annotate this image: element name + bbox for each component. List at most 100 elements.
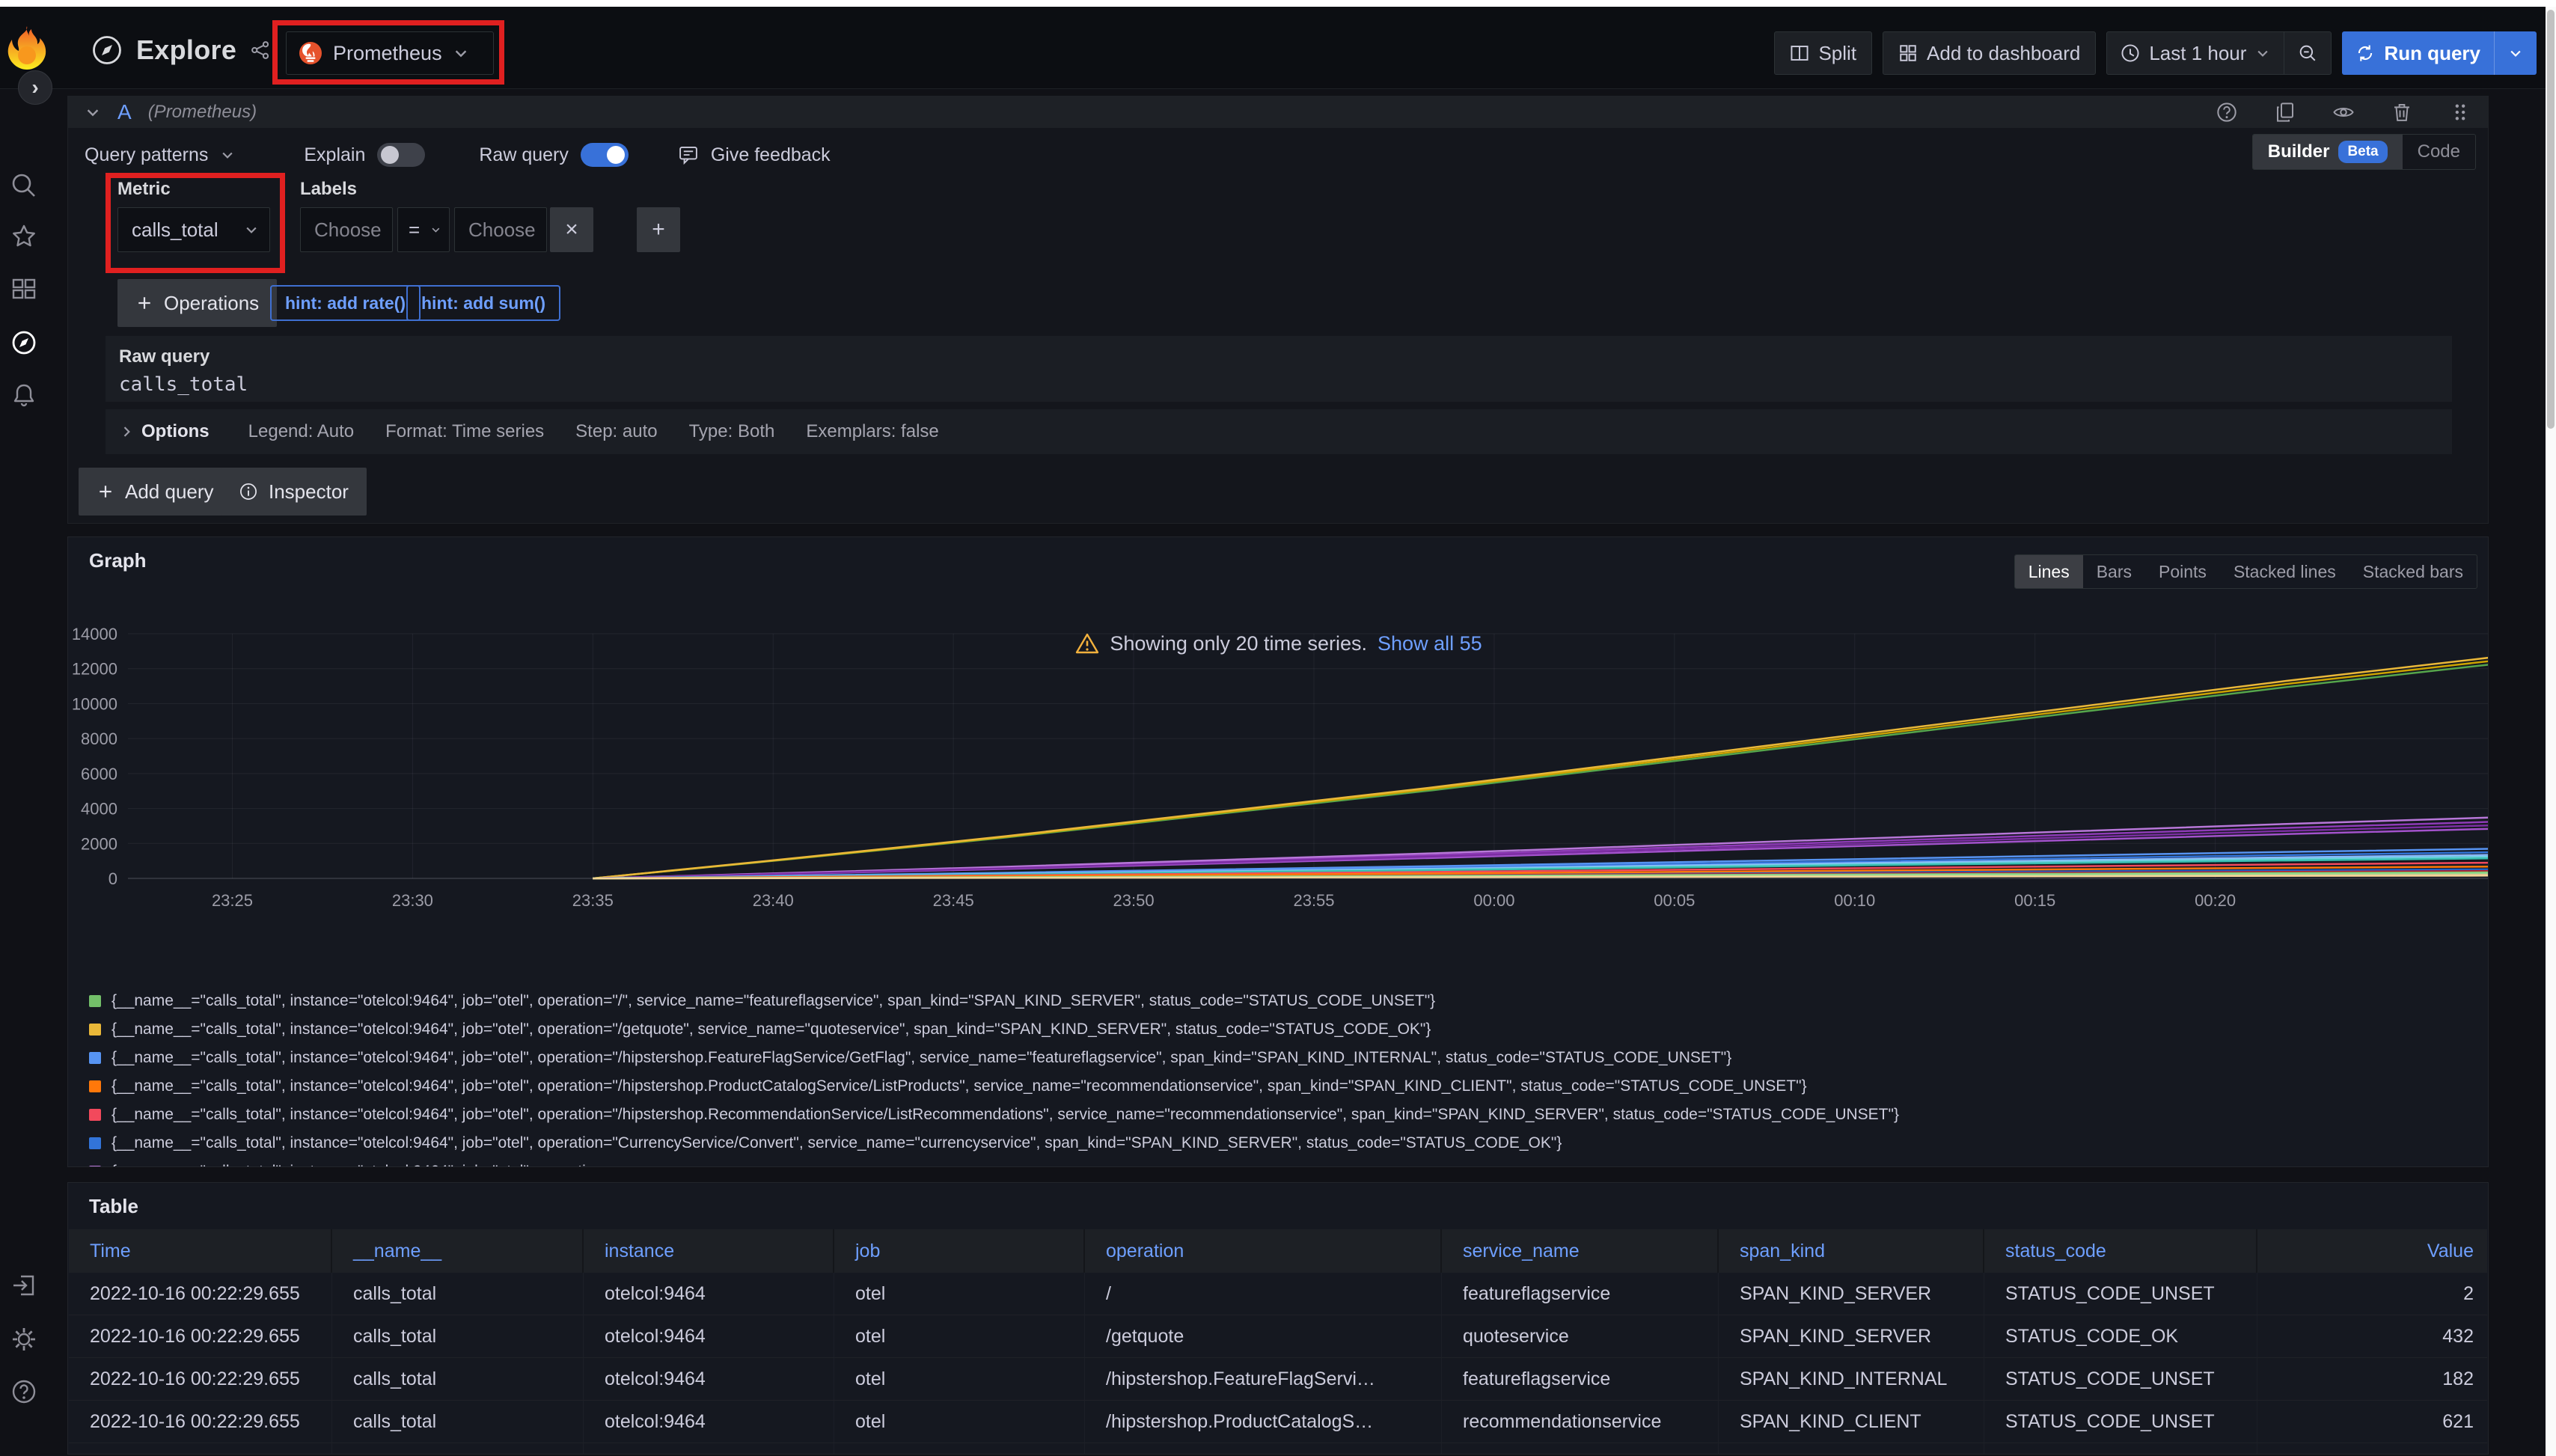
datasource-name: Prometheus <box>333 42 442 65</box>
table-cell: otel <box>834 1273 1085 1315</box>
table-cell: otelcol:9464 <box>584 1443 834 1455</box>
duplicate-query-icon[interactable] <box>2274 101 2296 123</box>
graph-mode-stacked-lines[interactable]: Stacked lines <box>2220 555 2349 588</box>
query-row-header[interactable]: A (Prometheus) <box>68 97 2488 128</box>
column-header-span-kind[interactable]: span_kind <box>1719 1229 1984 1273</box>
options-summary: Legend: AutoFormat: Time seriesStep: aut… <box>217 421 939 442</box>
column-header--name-[interactable]: __name__ <box>332 1229 584 1273</box>
add-query-button[interactable]: Add query <box>79 468 232 516</box>
table-cell: otelcol:9464 <box>584 1401 834 1443</box>
table-cell: SPAN_KIND_SERVER <box>1719 1443 1984 1455</box>
plus-icon <box>97 483 114 501</box>
y-axis-tick-label: 12000 <box>72 660 117 679</box>
option-summary-item: Format: Time series <box>385 421 544 441</box>
raw-query-preview: Raw query calls_total <box>106 336 2452 402</box>
column-header-job[interactable]: job <box>834 1229 1085 1273</box>
clock-icon <box>2121 43 2140 63</box>
explain-toggle[interactable] <box>377 143 425 167</box>
query-patterns-dropdown[interactable]: Query patterns <box>85 144 208 166</box>
table-cell: STATUS_CODE_UNSET <box>1984 1443 2257 1455</box>
settings-gear-icon[interactable] <box>10 1326 37 1353</box>
remove-query-trash-icon[interactable] <box>2391 101 2413 123</box>
table-cell: STATUS_CODE_UNSET <box>1984 1401 2257 1443</box>
collapse-chevron-icon[interactable] <box>85 104 101 120</box>
chevron-down-icon <box>2255 46 2270 61</box>
remove-label-filter-button[interactable]: × <box>550 207 593 252</box>
label-operator-select[interactable]: = <box>397 207 450 252</box>
time-range-picker[interactable]: Last 1 hour <box>2107 32 2284 74</box>
table-cell: featureflagservice <box>1442 1358 1719 1401</box>
legend-item[interactable]: {__name__="calls_total", instance="otelc… <box>89 1015 2468 1044</box>
table-cell: STATUS_CODE_UNSET <box>1984 1358 2257 1401</box>
table-cell: 182 <box>2257 1358 2487 1401</box>
hint-add-sum-button[interactable]: hint: add sum() <box>406 285 560 321</box>
explore-nav-icon[interactable] <box>10 329 37 356</box>
chevron-down-icon <box>244 222 259 237</box>
sidebar-expand-button[interactable]: › <box>18 70 52 105</box>
query-options-bar[interactable]: Options Legend: AutoFormat: Time seriesS… <box>106 409 2452 454</box>
run-query-button[interactable]: Run query <box>2342 31 2537 75</box>
add-to-dashboard-button[interactable]: Add to dashboard <box>1883 31 2096 75</box>
drag-handle-icon[interactable] <box>2449 101 2471 123</box>
legend-item[interactable]: {__name__="calls_total", instance="otelc… <box>89 1072 2468 1101</box>
starred-icon[interactable] <box>10 223 37 250</box>
legend-item[interactable]: {__name__="calls_total", instance="otelc… <box>89 987 2468 1015</box>
metric-select[interactable]: calls_total <box>117 207 270 252</box>
column-header-service-name[interactable]: service_name <box>1442 1229 1719 1273</box>
add-operation-button[interactable]: Operations <box>117 279 277 327</box>
table-cell: SPAN_KIND_CLIENT <box>1719 1401 1984 1443</box>
column-header-status-code[interactable]: status_code <box>1984 1229 2257 1273</box>
split-button[interactable]: Split <box>1774 31 1872 75</box>
query-help-icon[interactable] <box>2216 101 2238 123</box>
column-header-operation[interactable]: operation <box>1085 1229 1442 1273</box>
datasource-picker[interactable]: Prometheus <box>286 31 494 75</box>
zoom-out-time-button[interactable] <box>2284 32 2331 74</box>
time-series-chart[interactable]: 0200040006000800010000120001400023:2523:… <box>68 619 2489 918</box>
page-scrollbar[interactable] <box>2546 7 2556 1456</box>
label-value-select[interactable]: Choose <box>454 207 547 252</box>
table-cell: featureflagservice <box>1442 1273 1719 1315</box>
table-cell: 2022-10-16 00:22:29.655 <box>69 1401 332 1443</box>
legend-color-swatch <box>89 1024 101 1036</box>
table-cell: otel <box>834 1443 1085 1455</box>
sign-in-icon[interactable] <box>10 1272 37 1299</box>
raw-query-toggle[interactable] <box>581 143 629 167</box>
y-axis-tick-label: 6000 <box>81 765 117 783</box>
raw-query-label: Raw query <box>479 144 569 166</box>
builder-tab[interactable]: Builder Beta <box>2253 135 2403 169</box>
code-tab[interactable]: Code <box>2403 135 2475 169</box>
search-icon[interactable] <box>10 172 37 199</box>
column-header-instance[interactable]: instance <box>584 1229 834 1273</box>
help-icon[interactable] <box>10 1378 37 1405</box>
column-header-time[interactable]: Time <box>69 1229 332 1273</box>
x-axis-tick-label: 23:50 <box>1113 891 1155 910</box>
share-icon[interactable] <box>250 40 271 61</box>
hint-add-rate-button[interactable]: hint: add rate() <box>270 285 421 321</box>
label-key-select[interactable]: Choose <box>300 207 393 252</box>
graph-mode-lines[interactable]: Lines <box>2015 555 2083 588</box>
disable-query-eye-icon[interactable] <box>2332 101 2355 123</box>
scrollbar-thumb[interactable] <box>2547 10 2555 429</box>
table-cell: 2022-10-16 00:22:29.655 <box>69 1315 332 1358</box>
column-header-value[interactable]: Value <box>2257 1229 2487 1273</box>
x-axis-tick-label: 00:10 <box>1834 891 1875 910</box>
add-label-filter-button[interactable]: + <box>637 207 680 252</box>
legend-item[interactable]: {__name__="calls_total", instance="otelc… <box>89 1101 2468 1129</box>
table-cell: quoteservice <box>1442 1315 1719 1358</box>
run-query-dropdown[interactable] <box>2495 31 2537 75</box>
legend-series-label: {__name__="calls_total", instance="otelc… <box>111 1049 1731 1067</box>
inspector-button[interactable]: Inspector <box>221 468 367 516</box>
graph-mode-stacked-bars[interactable]: Stacked bars <box>2349 555 2477 588</box>
legend-item[interactable]: {__name__="calls_total", instance="otelc… <box>89 1129 2468 1157</box>
give-feedback-link[interactable]: Give feedback <box>711 144 831 166</box>
dashboards-icon[interactable] <box>10 275 37 302</box>
graph-mode-bars[interactable]: Bars <box>2083 555 2145 588</box>
graph-mode-points[interactable]: Points <box>2145 555 2220 588</box>
table-cell: calls_total <box>332 1358 584 1401</box>
legend-item[interactable]: {__name__="calls_total", instance="otelc… <box>89 1044 2468 1072</box>
alerting-bell-icon[interactable] <box>10 382 37 409</box>
legend-item[interactable]: {__name__="calls_total", instance="otelc… <box>89 1157 2468 1167</box>
x-axis-tick-label: 23:30 <box>392 891 433 910</box>
grafana-logo-icon[interactable] <box>6 23 48 73</box>
query-datasource-hint: (Prometheus) <box>148 102 257 123</box>
